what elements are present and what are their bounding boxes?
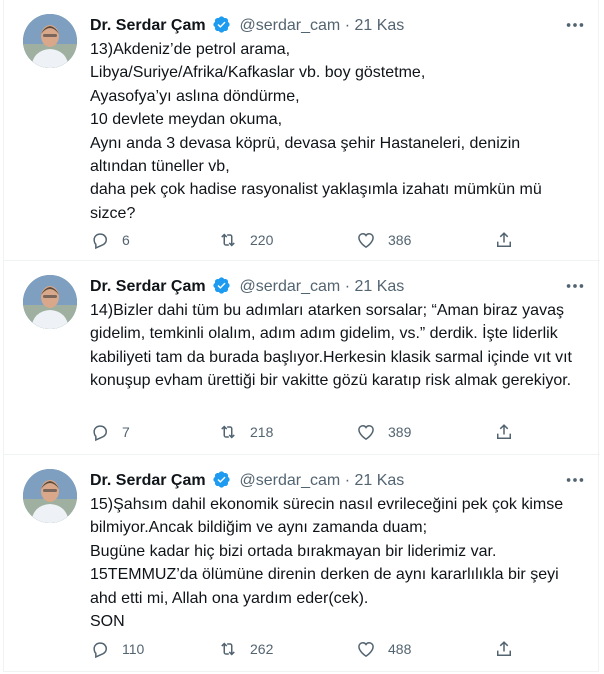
heart-icon xyxy=(358,232,374,248)
tweet-actions: 6 220 386 xyxy=(90,229,530,251)
author-handle[interactable]: @serdar_cam xyxy=(240,278,341,295)
avatar[interactable] xyxy=(23,469,77,523)
reply-button[interactable]: 7 xyxy=(90,421,130,443)
like-button[interactable]: 389 xyxy=(356,421,411,443)
share-icon xyxy=(497,641,511,656)
reply-icon xyxy=(93,642,108,659)
like-count: 488 xyxy=(388,641,412,657)
tweet-header: Dr. Serdar Çam @serdar_cam · 21 Kas xyxy=(90,469,404,493)
more-horizontal-icon[interactable] xyxy=(564,14,586,36)
avatar[interactable] xyxy=(23,275,77,329)
share-icon xyxy=(497,232,511,247)
reply-button[interactable]: 110 xyxy=(90,638,144,660)
dot-separator: · xyxy=(344,472,351,489)
tweet-date[interactable]: 21 Kas xyxy=(354,278,404,295)
avatar[interactable] xyxy=(23,14,77,68)
tweet-header: Dr. Serdar Çam @serdar_cam · 21 Kas xyxy=(90,14,404,38)
reply-icon xyxy=(93,425,108,442)
tweet-text: 15)Şahsım dahil ekonomik sürecin nasıl e… xyxy=(90,496,564,631)
tweet-header: Dr. Serdar Çam @serdar_cam · 21 Kas xyxy=(90,275,404,299)
reply-button[interactable]: 6 xyxy=(90,229,130,251)
like-button[interactable]: 386 xyxy=(356,229,411,251)
retweet-count: 218 xyxy=(250,424,274,440)
tweet-date[interactable]: 21 Kas xyxy=(354,17,404,34)
heart-icon xyxy=(358,424,374,440)
like-count: 386 xyxy=(388,232,412,248)
timeline-thread: Dr. Serdar Çam @serdar_cam · 21 Kas 13)A… xyxy=(3,0,600,672)
retweet-button[interactable]: 262 xyxy=(218,638,273,660)
retweet-button[interactable]: 218 xyxy=(218,421,273,443)
author-handle[interactable]: @serdar_cam xyxy=(240,472,341,489)
tweet-actions: 7 218 389 xyxy=(90,421,530,443)
author-name[interactable]: Dr. Serdar Çam xyxy=(90,278,206,295)
tweet-actions: 110 262 488 xyxy=(90,638,530,660)
tweet-text: 13)Akdeniz’de petrol arama, Libya/Suriye… xyxy=(90,41,542,222)
author-name[interactable]: Dr. Serdar Çam xyxy=(90,17,206,34)
tweet[interactable]: Dr. Serdar Çam @serdar_cam · 21 Kas 15)Ş… xyxy=(4,455,600,672)
more-horizontal-icon[interactable] xyxy=(564,469,586,491)
like-button[interactable]: 488 xyxy=(356,638,411,660)
reply-count: 110 xyxy=(122,641,145,657)
retweet-icon xyxy=(221,642,235,656)
heart-icon xyxy=(358,641,374,657)
share-button[interactable] xyxy=(494,638,514,660)
verified-badge-icon xyxy=(213,471,230,488)
share-icon xyxy=(497,424,511,439)
retweet-icon xyxy=(221,233,235,247)
tweet[interactable]: Dr. Serdar Çam @serdar_cam · 21 Kas 14)B… xyxy=(4,261,600,455)
dot-separator: · xyxy=(344,17,351,34)
share-button[interactable] xyxy=(494,421,514,443)
retweet-count: 262 xyxy=(250,641,274,657)
reply-count: 7 xyxy=(122,424,130,440)
verified-badge-icon xyxy=(213,277,230,294)
tweet[interactable]: Dr. Serdar Çam @serdar_cam · 21 Kas 13)A… xyxy=(4,0,600,261)
tweet-date[interactable]: 21 Kas xyxy=(354,472,404,489)
verified-badge-icon xyxy=(213,16,230,33)
author-handle[interactable]: @serdar_cam xyxy=(240,17,341,34)
author-name[interactable]: Dr. Serdar Çam xyxy=(90,472,206,489)
retweet-button[interactable]: 220 xyxy=(218,229,273,251)
retweet-icon xyxy=(221,425,235,439)
like-count: 389 xyxy=(388,424,412,440)
tweet-text: 14)Bizler dahi tüm bu adımları atarken s… xyxy=(90,302,572,390)
reply-count: 6 xyxy=(122,232,130,248)
dot-separator: · xyxy=(344,278,351,295)
more-horizontal-icon[interactable] xyxy=(564,275,586,297)
share-button[interactable] xyxy=(494,229,514,251)
reply-icon xyxy=(93,233,108,250)
retweet-count: 220 xyxy=(250,232,274,248)
